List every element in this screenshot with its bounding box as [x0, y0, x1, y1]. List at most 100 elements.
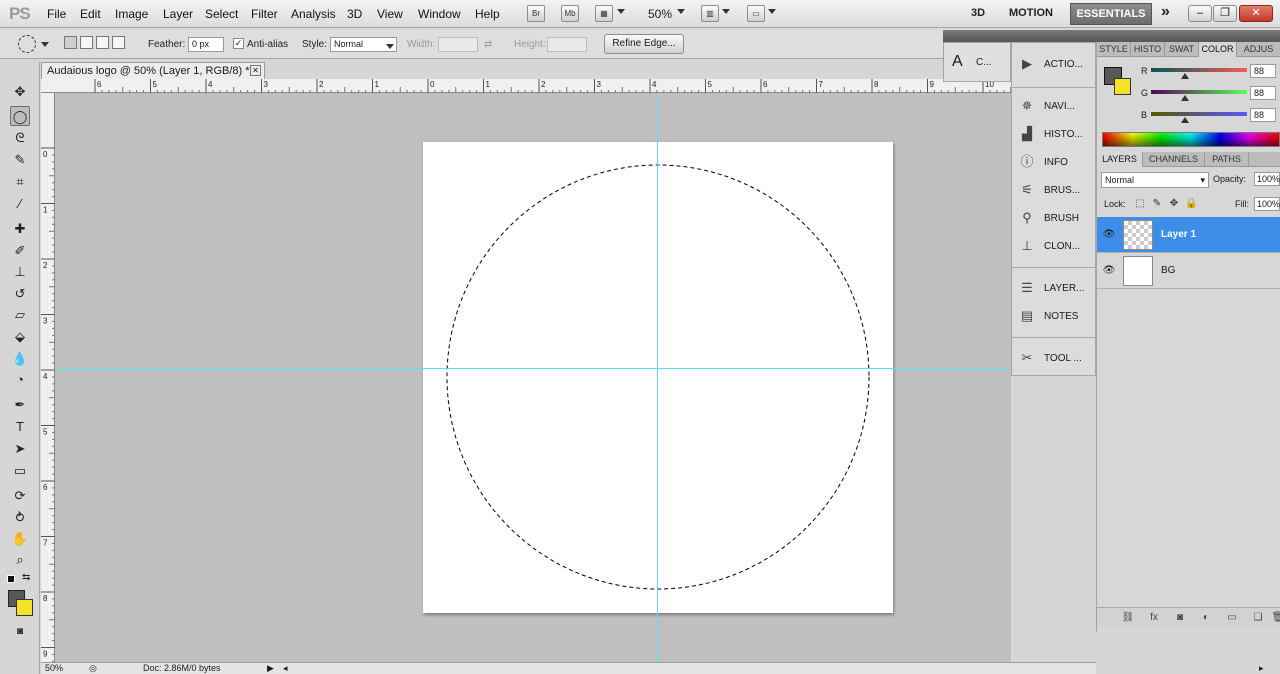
adjustment-layer-icon[interactable]: ◐ [1199, 611, 1213, 625]
quick-mask-icon[interactable]: ◙ [10, 622, 30, 642]
more-workspaces-icon[interactable]: » [1161, 3, 1170, 21]
tool-presets-panel-button[interactable]: ✂ TOOL ... [1018, 349, 1094, 369]
mini-bridge-button[interactable]: Mb [561, 5, 579, 22]
lock-transparent-icon[interactable]: ⬚ [1134, 198, 1146, 210]
menu-filter[interactable]: Filter [251, 7, 278, 21]
antialias-checkbox[interactable]: ✓ [233, 38, 244, 49]
layer-row[interactable]: 👁 BG [1097, 253, 1280, 289]
panel-dock-header[interactable] [1011, 30, 1096, 42]
new-group-icon[interactable]: ▭ [1225, 611, 1239, 625]
tab-styles[interactable]: STYLE [1097, 42, 1131, 57]
green-value-input[interactable]: 88 [1250, 86, 1276, 100]
layer-style-icon[interactable]: fx [1147, 611, 1161, 625]
brush-tool-icon[interactable]: ✐ [10, 241, 30, 261]
link-layers-icon[interactable]: ⛓ [1121, 611, 1135, 625]
lasso-tool-icon[interactable]: ᘓ [10, 128, 30, 148]
tab-paths[interactable]: PATHS [1205, 152, 1249, 167]
elliptical-marquee-preset-icon[interactable] [18, 35, 36, 53]
blue-slider-thumb[interactable] [1181, 117, 1189, 123]
subtract-from-selection-icon[interactable] [96, 36, 109, 49]
workspace-motion[interactable]: MOTION [1009, 7, 1053, 19]
swap-colors-icon[interactable]: ⇆ [22, 572, 30, 583]
scroll-left-icon[interactable]: ◂ [283, 663, 288, 674]
new-layer-icon[interactable]: ❏ [1251, 611, 1265, 625]
red-slider[interactable] [1151, 68, 1247, 72]
history-brush-tool-icon[interactable]: ↺ [10, 284, 30, 304]
screen-mode-dropdown-icon[interactable] [768, 9, 776, 14]
workspace-3d[interactable]: 3D [971, 7, 985, 19]
paint-bucket-tool-icon[interactable]: ⬙ [10, 327, 30, 347]
vertical-guide[interactable] [657, 93, 658, 662]
tab-color[interactable]: COLOR [1199, 42, 1237, 57]
style-dropdown-icon[interactable] [386, 44, 394, 49]
tab-adjustments[interactable]: ADJUS [1237, 42, 1280, 57]
arrange-dropdown-icon[interactable] [722, 9, 730, 14]
type-tool-icon[interactable]: T [10, 417, 30, 437]
restore-icon[interactable]: ❐ [1213, 5, 1237, 22]
green-slider[interactable] [1151, 90, 1247, 94]
status-zoom[interactable]: 50% [45, 663, 63, 674]
actions-panel-button[interactable]: ▶ ACTIO... [1018, 55, 1094, 75]
eyedropper-tool-icon[interactable]: ⁄ [10, 194, 30, 214]
background-color-chip[interactable] [1114, 78, 1131, 95]
brush-presets-panel-button[interactable]: ⚟ BRUS... [1018, 181, 1094, 201]
3d-orbit-tool-icon[interactable]: ⥁ [10, 508, 30, 528]
arrange-documents-button[interactable]: ▥ [701, 5, 719, 22]
feather-input[interactable]: 0 px [188, 37, 224, 52]
delete-layer-icon[interactable]: 🗑 [1271, 611, 1280, 625]
pen-tool-icon[interactable]: ✒ [10, 395, 30, 415]
path-selection-tool-icon[interactable]: ➤ [10, 439, 30, 459]
new-selection-icon[interactable] [64, 36, 77, 49]
intersect-selection-icon[interactable] [112, 36, 125, 49]
document-window[interactable]: 6 5 4 3 2 1 0 1 2 3 4 5 6 7 8 9 10 0123456789 [41, 79, 1011, 662]
tool-preset-dropdown-icon[interactable] [41, 42, 49, 47]
menu-edit[interactable]: Edit [80, 7, 101, 21]
color-spectrum-bar[interactable] [1102, 132, 1280, 147]
zoom-level[interactable]: 50% [648, 7, 672, 21]
opacity-input[interactable]: 100% [1254, 172, 1280, 186]
green-slider-thumb[interactable] [1181, 95, 1189, 101]
blur-tool-icon[interactable]: 💧 [10, 349, 30, 369]
scroll-right-icon[interactable]: ▸ [1259, 663, 1264, 674]
zoom-dropdown-icon[interactable] [677, 9, 685, 14]
layer-mask-icon[interactable]: ◙ [1173, 611, 1187, 625]
menu-view[interactable]: View [377, 7, 403, 21]
crop-tool-icon[interactable]: ⌗ [10, 172, 30, 192]
lock-position-icon[interactable]: ✥ [1168, 198, 1180, 210]
status-info-icon[interactable]: ◎ [89, 663, 97, 674]
move-tool-icon[interactable]: ✥ [10, 82, 30, 102]
screen-mode-button[interactable]: ▭ [747, 5, 765, 22]
menu-help[interactable]: Help [475, 7, 500, 21]
blue-slider[interactable] [1151, 112, 1247, 116]
workspace-essentials[interactable]: ESSENTIALS [1070, 3, 1152, 25]
minimize-icon[interactable]: – [1188, 5, 1212, 22]
hand-tool-icon[interactable]: ✋ [10, 529, 30, 549]
document-tab[interactable]: Audaious logo @ 50% (Layer 1, RGB/8) * ✕ [41, 62, 265, 79]
red-slider-thumb[interactable] [1181, 73, 1189, 79]
layer-comps-panel-button[interactable]: ☰ LAYER... [1018, 279, 1094, 299]
background-color-swatch[interactable] [16, 599, 33, 616]
menu-layer[interactable]: Layer [163, 7, 193, 21]
dodge-tool-icon[interactable]: ◔ [10, 370, 30, 390]
visibility-eye-icon[interactable]: 👁 [1102, 265, 1116, 277]
panel-dock-header[interactable] [1096, 30, 1280, 42]
clone-source-panel-button[interactable]: ⊥ CLON... [1018, 237, 1094, 257]
bridge-button[interactable]: Br [527, 5, 545, 22]
menu-3d[interactable]: 3D [347, 7, 362, 21]
horizontal-guide[interactable] [55, 368, 1011, 369]
refine-edge-button[interactable]: Refine Edge... [604, 34, 684, 54]
quick-selection-tool-icon[interactable]: ✎ [10, 150, 30, 170]
tab-layers[interactable]: LAYERS [1097, 152, 1143, 167]
menu-file[interactable]: File [47, 7, 66, 21]
default-colors-icon[interactable] [7, 575, 15, 583]
menu-select[interactable]: Select [205, 7, 238, 21]
panel-dock-header[interactable] [943, 30, 1011, 42]
elliptical-marquee-tool-icon[interactable]: ◯ [10, 106, 30, 126]
brush-panel-button[interactable]: ⚲ BRUSH [1018, 209, 1094, 229]
lock-image-icon[interactable]: ✎ [1151, 198, 1163, 210]
status-menu-arrow-icon[interactable]: ▶ [267, 663, 274, 674]
layer-row[interactable]: 👁 Layer 1 [1097, 217, 1280, 253]
character-panel-collapsed[interactable]: A C... [943, 42, 1011, 82]
menu-window[interactable]: Window [418, 7, 461, 21]
menu-analysis[interactable]: Analysis [291, 7, 336, 21]
